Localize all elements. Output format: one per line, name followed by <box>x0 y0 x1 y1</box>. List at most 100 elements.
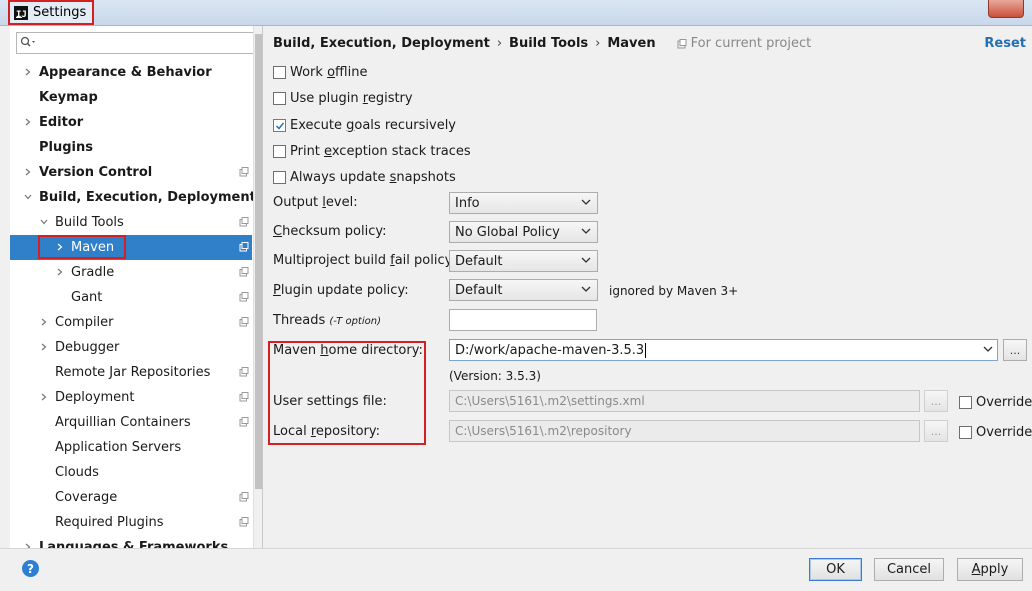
plugin-update-policy-select[interactable]: Default <box>449 279 598 301</box>
cancel-button[interactable]: Cancel <box>874 558 944 581</box>
checkbox-checked[interactable] <box>273 119 286 132</box>
user-settings-override[interactable]: Override <box>959 395 1032 410</box>
local-repository-override[interactable]: Override <box>959 425 1032 440</box>
checkbox[interactable] <box>273 92 286 105</box>
checksum-policy-label: Checksum policy: <box>273 224 387 239</box>
sidebar-item-label: Deployment <box>55 390 135 405</box>
checksum-policy-select[interactable]: No Global Policy <box>449 221 598 243</box>
search-icon <box>20 36 35 47</box>
user-settings-browse-button[interactable]: ... <box>924 390 948 412</box>
sidebar-item[interactable]: Appearance & Behavior <box>10 60 252 85</box>
maven-home-combo[interactable]: D:/work/apache-maven-3.5.3 <box>449 339 998 361</box>
breadcrumb-separator: › <box>496 36 503 51</box>
sidebar-item[interactable]: Editor <box>10 110 252 135</box>
chevron-right-icon[interactable] <box>23 167 33 177</box>
sidebar-item-label: Build Tools <box>55 215 124 230</box>
sidebar-item[interactable]: Gant <box>10 285 252 310</box>
sidebar-item-label: Appearance & Behavior <box>39 65 212 80</box>
sidebar-item[interactable]: Build, Execution, Deployment <box>10 185 256 210</box>
chevron-right-icon[interactable] <box>39 342 49 352</box>
option-checkbox-row[interactable]: Execute goals recursively <box>273 118 456 133</box>
chevron-right-icon[interactable] <box>39 317 49 327</box>
chevron-right-icon[interactable] <box>23 67 33 77</box>
option-checkbox-label: Execute goals recursively <box>290 118 456 133</box>
search-input[interactable] <box>16 32 256 54</box>
maven-home-value: D:/work/apache-maven-3.5.3 <box>455 342 645 358</box>
sidebar-item-label: Version Control <box>39 165 153 180</box>
option-checkbox-label: Print exception stack traces <box>290 144 471 159</box>
sidebar-item[interactable]: Arquillian Containers <box>10 410 252 435</box>
threads-hint: (-T option) <box>329 316 381 327</box>
breadcrumb-item: Build, Execution, Deployment <box>273 36 490 51</box>
sidebar-item[interactable]: Compiler <box>10 310 252 335</box>
chevron-right-icon[interactable] <box>23 117 33 127</box>
project-scope-icon <box>239 267 249 277</box>
apply-button[interactable]: Apply <box>957 558 1023 581</box>
override-checkbox[interactable] <box>959 426 972 439</box>
sidebar-item[interactable]: Maven <box>10 235 252 260</box>
threads-input[interactable] <box>449 309 597 331</box>
sidebar-item-label: Compiler <box>55 315 114 330</box>
sidebar-item-label: Application Servers <box>55 440 182 455</box>
sidebar-scrollbar[interactable] <box>253 26 262 548</box>
fail-policy-select[interactable]: Default <box>449 250 598 272</box>
sidebar-item[interactable]: Languages & Frameworks <box>10 535 252 548</box>
checkbox[interactable] <box>273 145 286 158</box>
dialog-button-bar: ? OK Cancel Apply <box>0 548 1032 591</box>
ok-button[interactable]: OK <box>809 558 862 581</box>
help-icon[interactable]: ? <box>22 560 39 577</box>
local-repository-browse-button[interactable]: ... <box>924 420 948 442</box>
option-checkbox-row[interactable]: Use plugin registry <box>273 91 413 106</box>
project-scope-icon <box>677 38 687 48</box>
chevron-down-icon[interactable] <box>39 217 49 227</box>
scope-indicator: For current project <box>677 36 812 51</box>
window-title-box: IJ Settings <box>8 0 95 25</box>
sidebar-item[interactable]: Plugins <box>10 135 252 160</box>
sidebar-item[interactable]: Remote Jar Repositories <box>10 360 252 385</box>
check-icon <box>275 122 284 130</box>
window-title: Settings <box>33 5 87 20</box>
checkbox[interactable] <box>273 66 286 79</box>
output-level-select[interactable]: Info <box>449 192 598 214</box>
checkbox[interactable] <box>273 171 286 184</box>
plugin-update-note: ignored by Maven 3+ <box>609 284 739 298</box>
highlight-box <box>38 235 126 259</box>
output-level-value: Info <box>455 195 480 211</box>
override-checkbox[interactable] <box>959 396 972 409</box>
sidebar-item-label: Gant <box>71 290 103 305</box>
reset-link[interactable]: Reset <box>984 36 1026 51</box>
chevron-down-icon <box>983 346 993 352</box>
fail-policy-label: Multiproject build fail policy: <box>273 253 456 268</box>
sidebar-item[interactable]: Required Plugins <box>10 510 252 535</box>
project-scope-icon <box>239 317 249 327</box>
close-window-button[interactable] <box>988 0 1024 18</box>
sidebar-scrollbar-thumb[interactable] <box>255 34 262 489</box>
sidebar-item[interactable]: Debugger <box>10 335 252 360</box>
sidebar-item[interactable]: Coverage <box>10 485 252 510</box>
scope-label: For current project <box>690 36 812 51</box>
maven-home-browse-button[interactable]: ... <box>1003 339 1027 361</box>
option-checkbox-label: Use plugin registry <box>290 91 413 106</box>
checksum-policy-value: No Global Policy <box>455 224 560 240</box>
sidebar-item[interactable]: Keymap <box>10 85 252 110</box>
local-repository-input[interactable]: C:\Users\5161\.m2\repository <box>449 420 920 442</box>
sidebar-item[interactable]: Build Tools <box>10 210 252 235</box>
option-checkbox-row[interactable]: Always update snapshots <box>273 170 456 185</box>
sidebar-item[interactable]: Version Control <box>10 160 252 185</box>
chevron-down-icon <box>581 199 591 205</box>
chevron-down-icon[interactable] <box>23 192 33 202</box>
intellij-icon: IJ <box>14 5 28 20</box>
sidebar-item[interactable]: Application Servers <box>10 435 252 460</box>
user-settings-input[interactable]: C:\Users\5161\.m2\settings.xml <box>449 390 920 412</box>
maven-version-label: (Version: 3.5.3) <box>449 369 541 383</box>
sidebar-item[interactable]: Clouds <box>10 460 252 485</box>
threads-label: Threads (-T option) <box>273 313 381 328</box>
project-scope-icon <box>239 242 249 252</box>
option-checkbox-row[interactable]: Work offline <box>273 65 367 80</box>
option-checkbox-row[interactable]: Print exception stack traces <box>273 144 471 159</box>
sidebar-item[interactable]: Gradle <box>10 260 252 285</box>
sidebar-item[interactable]: Deployment <box>10 385 252 410</box>
chevron-right-icon[interactable] <box>39 392 49 402</box>
chevron-right-icon[interactable] <box>55 267 65 277</box>
search-field[interactable] <box>38 36 248 50</box>
